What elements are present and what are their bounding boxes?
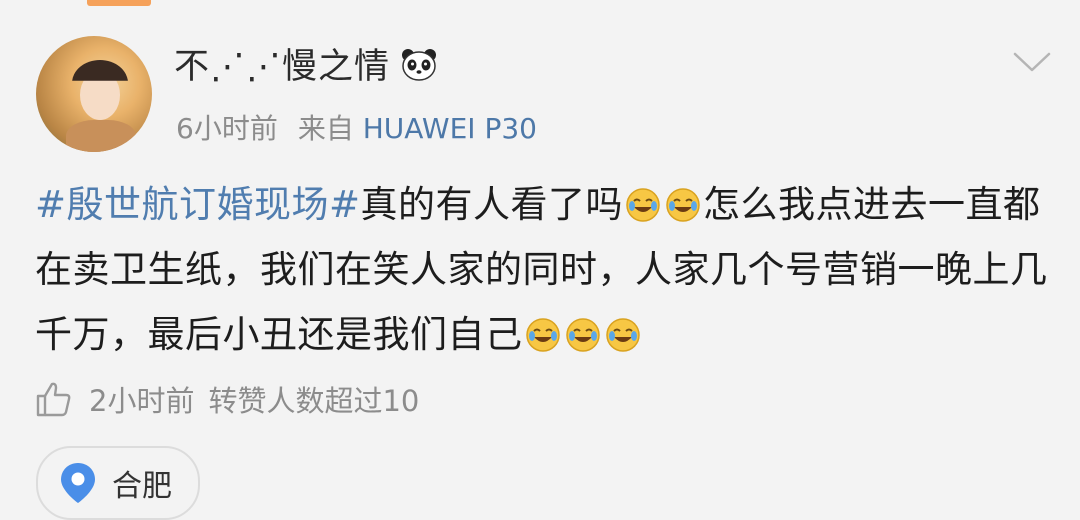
content-text-1: 真的有人看了吗 xyxy=(360,183,624,226)
laugh-cry-emoji-icon xyxy=(665,178,701,222)
laugh-cry-emoji-icon xyxy=(605,308,641,352)
post-meta: 6小时前 来自 HUAWEI P30 xyxy=(176,107,537,147)
chevron-down-icon[interactable] xyxy=(1012,50,1052,74)
hashtag-link[interactable]: #殷世航订婚现场# xyxy=(35,183,361,226)
post-content: #殷世航订婚现场#真的有人看了吗 怎么我点进去一直都在卖卫生纸，我们在笑人家的同时… xyxy=(35,172,1055,367)
location-tag[interactable]: 合肥 xyxy=(36,446,200,520)
username-text[interactable]: 不⋰⋰慢之情 xyxy=(174,38,390,89)
laugh-cry-emoji-icon xyxy=(625,178,661,222)
top-accent-bar xyxy=(87,0,151,6)
footer-time: 2小时前 xyxy=(89,384,195,418)
thumbs-up-icon[interactable] xyxy=(33,378,75,420)
location-pin-icon xyxy=(61,463,95,503)
post-footer: 2小时前 转赞人数超过10 xyxy=(33,378,419,420)
location-name[interactable]: 合肥 xyxy=(112,461,172,505)
username[interactable]: 不⋰⋰慢之情 xyxy=(174,38,438,89)
laugh-cry-emoji-icon xyxy=(565,308,601,352)
source-prefix: 来自 xyxy=(297,112,354,145)
footer-stat: 转赞人数超过10 xyxy=(208,384,420,418)
panda-icon xyxy=(400,47,438,81)
avatar[interactable] xyxy=(36,36,152,152)
device-name[interactable]: HUAWEI P30 xyxy=(363,112,537,145)
post-time: 6小时前 xyxy=(176,112,278,145)
laugh-cry-emoji-icon xyxy=(525,308,561,352)
post-source: 来自 HUAWEI P30 xyxy=(298,107,537,147)
